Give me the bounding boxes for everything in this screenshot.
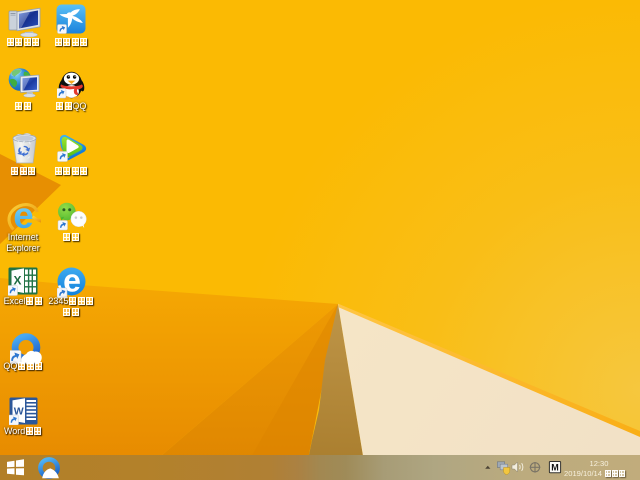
- svg-text:e: e: [13, 202, 34, 232]
- svg-text:M: M: [551, 462, 559, 472]
